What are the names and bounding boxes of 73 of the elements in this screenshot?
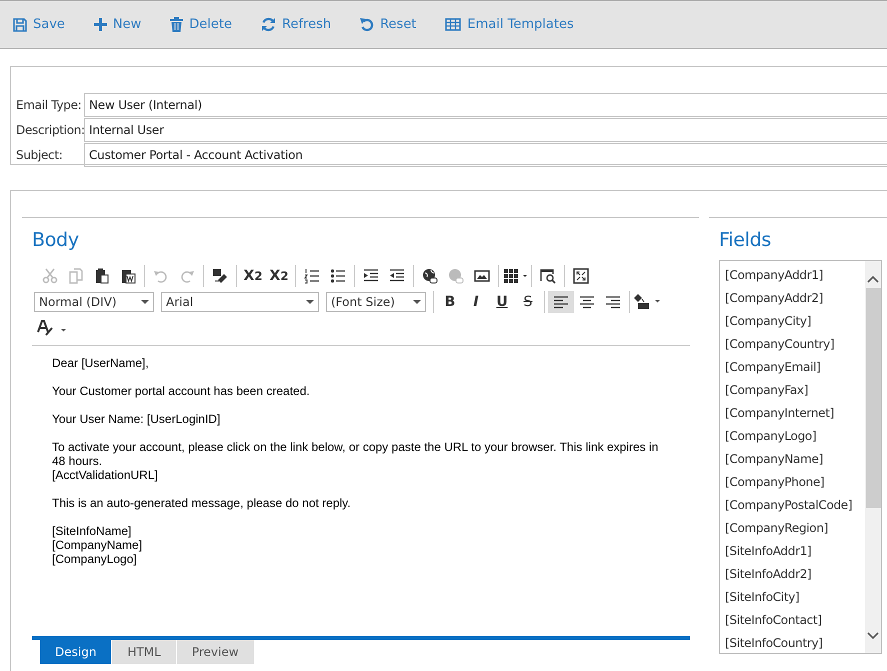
list-item[interactable]: [CompanyAddr2] [720,287,824,310]
image-icon [474,268,490,284]
paint-bucket-icon [633,294,661,310]
list-item[interactable]: [CompanyName] [720,448,823,471]
align-right-icon [605,295,621,309]
list-item[interactable]: [SiteInfoAddr2] [720,563,812,586]
preview-icon [540,268,556,284]
field-label: Subject: [15,148,64,162]
undo-icon [360,17,374,32]
align-left-icon [553,295,569,309]
outdent-icon [389,268,405,284]
list-item[interactable]: [CompanyRegion] [720,517,828,540]
paste-word-icon [120,268,136,284]
copy-icon [68,268,84,284]
dropdown[interactable]: Normal (DIV) [34,292,154,312]
indent-icon [363,268,379,284]
format-button[interactable]: B [437,291,463,313]
list-item[interactable]: [CompanyPhone] [720,471,824,494]
section-title: Body [32,229,80,251]
refresh-icon [261,17,276,32]
text-field[interactable]: New User (Internal) [84,92,887,116]
list-item[interactable]: [CompanyInternet] [720,402,834,425]
list-item[interactable]: [SiteInfoAddr1] [720,540,812,563]
cut-icon [42,268,58,284]
paragraph: [SiteInfoName] [CompanyName] [CompanyLogo] [52,524,144,566]
section-title: Fields [719,229,772,251]
paragraph: To activate your account, please click on the link below, or copy paste the URL to your browser. This link expires in 48 hours. [AcctValidationURL] [52,440,660,482]
paste-icon [94,268,110,284]
format-button[interactable]: S [515,291,541,313]
format-button[interactable]: U [489,291,515,313]
list-item[interactable]: [CompanyPostalCode] [720,494,852,517]
list-item[interactable]: [CompanyCity] [720,310,812,333]
list-item[interactable]: [CompanyLogo] [720,425,816,448]
table-icon [503,268,527,284]
paragraph: Dear [UserName], [52,356,150,370]
eraser-icon [212,268,228,284]
table-icon [445,18,462,31]
undo-icon [153,268,169,284]
list-item[interactable]: [CompanyEmail] [720,356,821,379]
numbered-list-icon [304,268,320,284]
scroll-up-icon [867,274,879,284]
list-item[interactable]: [SiteInfoCountry] [720,632,823,653]
globe-unlink-icon [448,268,464,284]
dropdown[interactable]: Arial [161,292,319,312]
list-item[interactable]: [SiteInfoCity] [720,586,800,609]
tab[interactable]: Design [40,640,112,664]
list-item[interactable]: [CompanyCountry] [720,333,834,356]
scrollbar[interactable] [865,261,881,653]
bullet-list-icon [330,268,346,284]
paragraph: This is an auto-generated message, please do not reply. [52,496,352,510]
scroll-down-icon [867,631,879,641]
text-field[interactable]: Customer Portal - Account Activation [84,142,887,166]
dropdown[interactable]: (Font Size) [326,292,426,312]
align-button[interactable] [548,291,574,313]
list-item[interactable]: [SiteInfoContact] [720,609,822,632]
plus-icon [94,18,107,31]
field-label: Description: [15,122,84,136]
list-item[interactable]: [CompanyAddr1] [720,264,824,287]
format-button[interactable]: I [463,291,489,313]
globe-link-icon [422,268,438,284]
list-item[interactable]: [CompanyFax] [720,379,808,402]
redo-icon [179,268,195,284]
tab[interactable]: Preview [176,640,254,664]
text-field[interactable]: Internal User [84,118,887,142]
tab[interactable]: HTML [112,640,176,664]
paragraph: Your Customer portal account has been created. [52,384,311,398]
fullscreen-icon [573,268,589,284]
save-icon [13,18,27,32]
text-style-icon [37,320,67,336]
field-label: Email Type: [15,98,82,112]
paragraph: Your User Name: [UserLoginID] [52,412,222,426]
trash-icon [170,17,184,32]
align-center-icon [579,295,595,309]
